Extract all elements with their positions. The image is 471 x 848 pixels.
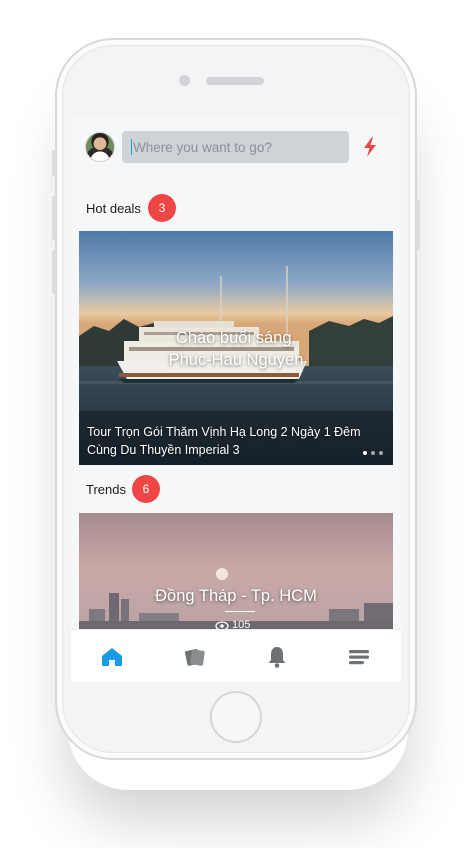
home-hardware-button[interactable]	[210, 691, 262, 743]
title-underline	[225, 611, 255, 612]
hot-deal-caption: Tour Trọn Gói Thăm Vịnh Hạ Long 2 Ngày 1…	[87, 425, 361, 457]
menu-icon[interactable]	[346, 644, 372, 670]
search-placeholder: Where you want to go?	[133, 139, 272, 155]
carousel-pagination[interactable]	[363, 451, 383, 455]
avatar[interactable]	[85, 132, 115, 162]
hot-deals-label: Hot deals	[86, 201, 141, 216]
bottom-tab-bar	[71, 629, 401, 682]
search-input[interactable]: Where you want to go?	[122, 131, 349, 163]
carousel-dot[interactable]	[371, 451, 375, 455]
trends-label: Trends	[86, 482, 126, 497]
power-button	[416, 200, 420, 250]
hot-deals-count-badge: 3	[148, 194, 176, 222]
carousel-dot[interactable]	[363, 451, 367, 455]
flash-icon[interactable]	[361, 136, 379, 158]
bell-icon[interactable]	[264, 644, 290, 670]
sunset-city-image	[79, 513, 393, 630]
hot-deal-card[interactable]: Chào buổi sáng, Phuc-Hau Nguyen Tour Trọ…	[79, 231, 393, 465]
carousel-dot[interactable]	[379, 451, 383, 455]
greeting-line-1: Chào buổi sáng,	[175, 329, 297, 347]
volume-down-button	[52, 250, 56, 294]
search-bar: Where you want to go?	[71, 130, 401, 166]
front-camera	[179, 75, 190, 86]
greeting-line-2: Phuc-Hau Nguyen	[168, 351, 304, 369]
text-caret	[131, 139, 132, 155]
mute-switch	[52, 150, 56, 176]
trend-card[interactable]: Đồng Tháp - Tp. HCM 105	[79, 513, 393, 630]
trend-title: Đồng Tháp - Tp. HCM	[155, 587, 317, 605]
volume-up-button	[52, 196, 56, 240]
home-icon[interactable]	[99, 644, 125, 670]
earpiece-speaker	[206, 77, 264, 85]
cards-icon[interactable]	[182, 644, 208, 670]
app-screen: Where you want to go? Hot deals 3 Chào b…	[71, 118, 401, 682]
trends-count-badge: 6	[132, 475, 160, 503]
